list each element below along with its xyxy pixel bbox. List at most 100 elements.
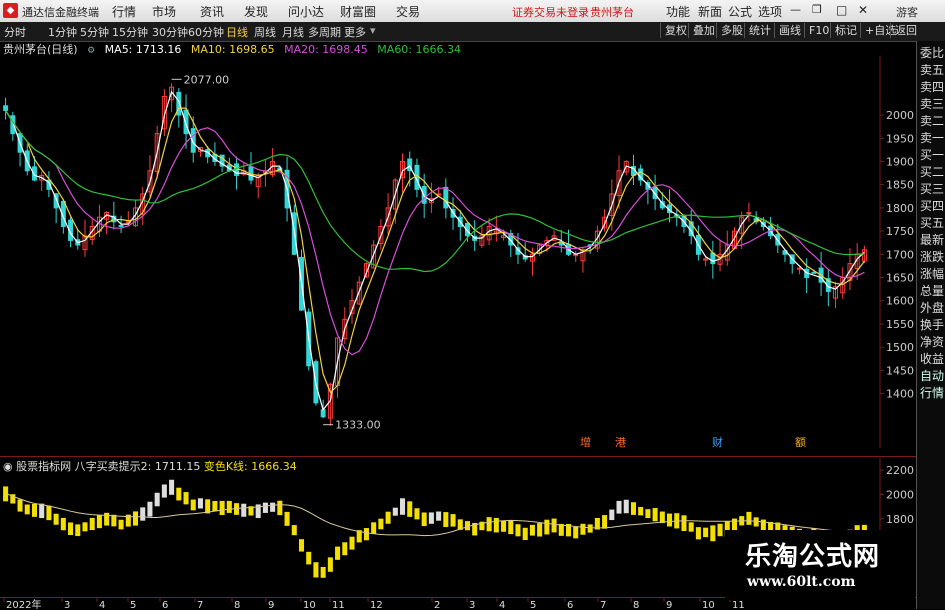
login-warning[interactable]: 证券交易未登录 bbox=[512, 4, 589, 20]
side-tab-13[interactable]: 涨幅 bbox=[919, 266, 945, 283]
maximize-icon[interactable]: □ bbox=[836, 3, 847, 17]
period-tab-daily[interactable]: 日线 bbox=[226, 24, 248, 40]
side-tab-14[interactable]: 总量 bbox=[919, 283, 945, 300]
high-price-label: 2077.00 bbox=[184, 73, 230, 86]
price-tick-label: 1850 bbox=[886, 179, 914, 192]
event-marker[interactable]: 财 bbox=[712, 435, 723, 448]
side-tab-1[interactable]: 卖五 bbox=[919, 62, 945, 79]
ma5-label: MA5: 1713.16 bbox=[104, 43, 182, 56]
minimize-icon[interactable]: — bbox=[790, 3, 801, 16]
back-button[interactable]: 返回 bbox=[890, 23, 921, 38]
time-tick-label: 2022年 bbox=[6, 598, 41, 610]
period-tab-weekly[interactable]: 周线 bbox=[254, 24, 276, 40]
f10-button[interactable]: F10 bbox=[804, 23, 833, 38]
guest-label[interactable]: 游客 bbox=[896, 4, 918, 20]
side-tab-0[interactable]: 委比 bbox=[919, 45, 945, 62]
price-tick-label: 1500 bbox=[886, 341, 914, 354]
mark-button[interactable]: 标记 bbox=[830, 23, 861, 38]
candle-body bbox=[3, 105, 9, 111]
period-tab-15min[interactable]: 15分钟 bbox=[112, 24, 148, 40]
event-marker[interactable]: 额 bbox=[795, 436, 806, 448]
stock-name-title: 贵州茅台 bbox=[590, 6, 634, 19]
menu-item-wealth[interactable]: 财富圈 bbox=[340, 3, 376, 20]
side-tab-5[interactable]: 卖一 bbox=[919, 130, 945, 147]
adjust-button[interactable]: 复权 bbox=[660, 23, 691, 38]
watermark-url: www.60lt.com bbox=[747, 574, 856, 590]
menu-item-options[interactable]: 选项 bbox=[758, 3, 782, 20]
menu-item-function[interactable]: 功能 bbox=[666, 3, 690, 20]
period-tab-30min[interactable]: 30分钟 bbox=[152, 24, 188, 40]
side-tab-4[interactable]: 卖二 bbox=[919, 113, 945, 130]
multi-stock-button[interactable]: 多股 bbox=[716, 23, 747, 38]
menu-item-formula[interactable]: 公式 bbox=[728, 3, 752, 20]
indicator-tick-label: 2200 bbox=[886, 464, 914, 477]
event-marker[interactable]: 港 bbox=[615, 436, 626, 448]
side-tab-9[interactable]: 买四 bbox=[919, 198, 945, 215]
chevron-down-icon[interactable]: ▾ bbox=[370, 24, 376, 37]
watermark-title: 乐淘公式网 bbox=[745, 542, 881, 572]
period-tab-1min[interactable]: 1分钟 bbox=[48, 24, 77, 40]
settings-icon[interactable]: ⚙ bbox=[87, 46, 95, 56]
price-tick-label: 1750 bbox=[886, 225, 914, 238]
period-tab-60min[interactable]: 60分钟 bbox=[188, 24, 224, 40]
price-tick-label: 1950 bbox=[886, 132, 914, 145]
menu-item-ask[interactable]: 问小达 bbox=[288, 3, 324, 20]
ma-line-ma5 bbox=[5, 90, 865, 412]
app-logo-icon: ◆ bbox=[3, 3, 18, 18]
indicator-tick-label: 1800 bbox=[886, 513, 914, 526]
indicator-tick-label: 2000 bbox=[886, 488, 914, 501]
period-tab-multi[interactable]: 多周期 bbox=[308, 24, 341, 40]
quote-side-panel: 委比 卖五 卖四 卖三 卖二 卖一 买一 买二 买三 买四 买五 最新 涨跌 涨幅 总量 外盘 换手 净资 收益 自动… bbox=[916, 41, 945, 609]
period-tab-intraday[interactable]: 分时 bbox=[4, 24, 26, 40]
side-tab-18[interactable]: 收益 bbox=[919, 351, 945, 368]
indicator-icon: ◉ bbox=[3, 460, 13, 473]
restore-icon[interactable]: ❐ bbox=[812, 3, 822, 16]
draw-line-button[interactable]: 画线 bbox=[774, 23, 805, 38]
side-tab-2[interactable]: 卖四 bbox=[919, 79, 945, 96]
side-tab-15[interactable]: 外盘 bbox=[919, 300, 945, 317]
side-tab-20[interactable]: 行情 bbox=[919, 385, 945, 402]
indicator-name: 八字买卖提示2: bbox=[74, 460, 152, 473]
menu-item-news[interactable]: 资讯 bbox=[200, 3, 224, 20]
side-tab-10[interactable]: 买五 bbox=[919, 215, 945, 232]
period-tab-5min[interactable]: 5分钟 bbox=[80, 24, 109, 40]
kline-label: 变色K线: bbox=[203, 460, 248, 473]
side-tab-12[interactable]: 涨跌 bbox=[919, 249, 945, 266]
side-tab-7[interactable]: 买二 bbox=[919, 164, 945, 181]
ma-line-ma10 bbox=[5, 107, 865, 394]
candle-body bbox=[443, 186, 449, 209]
menu-item-quotes[interactable]: 行情 bbox=[112, 3, 136, 20]
stock-period-label: 贵州茅台(日线) bbox=[3, 43, 78, 56]
price-tick-label: 1900 bbox=[886, 155, 914, 168]
ma10-label: MA10: 1698.65 bbox=[190, 43, 275, 56]
menu-item-discover[interactable]: 发现 bbox=[244, 3, 268, 20]
menu-item-new-panel[interactable]: 新面 bbox=[698, 3, 722, 20]
menu-item-trade[interactable]: 交易 bbox=[396, 3, 420, 20]
statistics-button[interactable]: 统计 bbox=[744, 23, 775, 38]
period-tab-more[interactable]: 更多 bbox=[344, 24, 366, 40]
candle-body bbox=[796, 267, 802, 270]
side-tab-16[interactable]: 换手 bbox=[919, 317, 945, 334]
side-tab-8[interactable]: 买三 bbox=[919, 181, 945, 198]
menu-item-market[interactable]: 市场 bbox=[152, 3, 176, 20]
event-marker[interactable]: 增 bbox=[580, 435, 591, 448]
candle-body bbox=[320, 409, 326, 418]
side-tab-11[interactable]: 最新 bbox=[919, 232, 945, 249]
price-tick-label: 1400 bbox=[886, 388, 914, 401]
period-tab-monthly[interactable]: 月线 bbox=[282, 24, 304, 40]
ma20-label: MA20: 1698.45 bbox=[284, 43, 368, 56]
price-tick-label: 1450 bbox=[886, 364, 914, 377]
low-price-label: 1333.00 bbox=[335, 419, 381, 432]
indicator-legend: ◉ 股票指标网 八字买卖提示2: 1711.15 变色K线: 1666.34 bbox=[0, 458, 297, 474]
ma60-label: MA60: 1666.34 bbox=[377, 43, 461, 56]
price-tick-label: 1800 bbox=[886, 202, 914, 215]
close-icon[interactable]: ✕ bbox=[858, 3, 868, 17]
side-tab-17[interactable]: 净资 bbox=[919, 334, 945, 351]
side-tab-6[interactable]: 买一 bbox=[919, 147, 945, 164]
price-tick-label: 2000 bbox=[886, 109, 914, 122]
kline-chart[interactable]: 2000 1950 1900 1850 1800 1750 1700 1650 1600 1550… bbox=[0, 56, 916, 448]
watermark: 乐淘公式网 www.60lt.com bbox=[725, 530, 915, 600]
side-tab-19[interactable]: 自动 bbox=[919, 368, 945, 385]
overlay-button[interactable]: 叠加 bbox=[688, 23, 719, 38]
side-tab-3[interactable]: 卖三 bbox=[919, 96, 945, 113]
